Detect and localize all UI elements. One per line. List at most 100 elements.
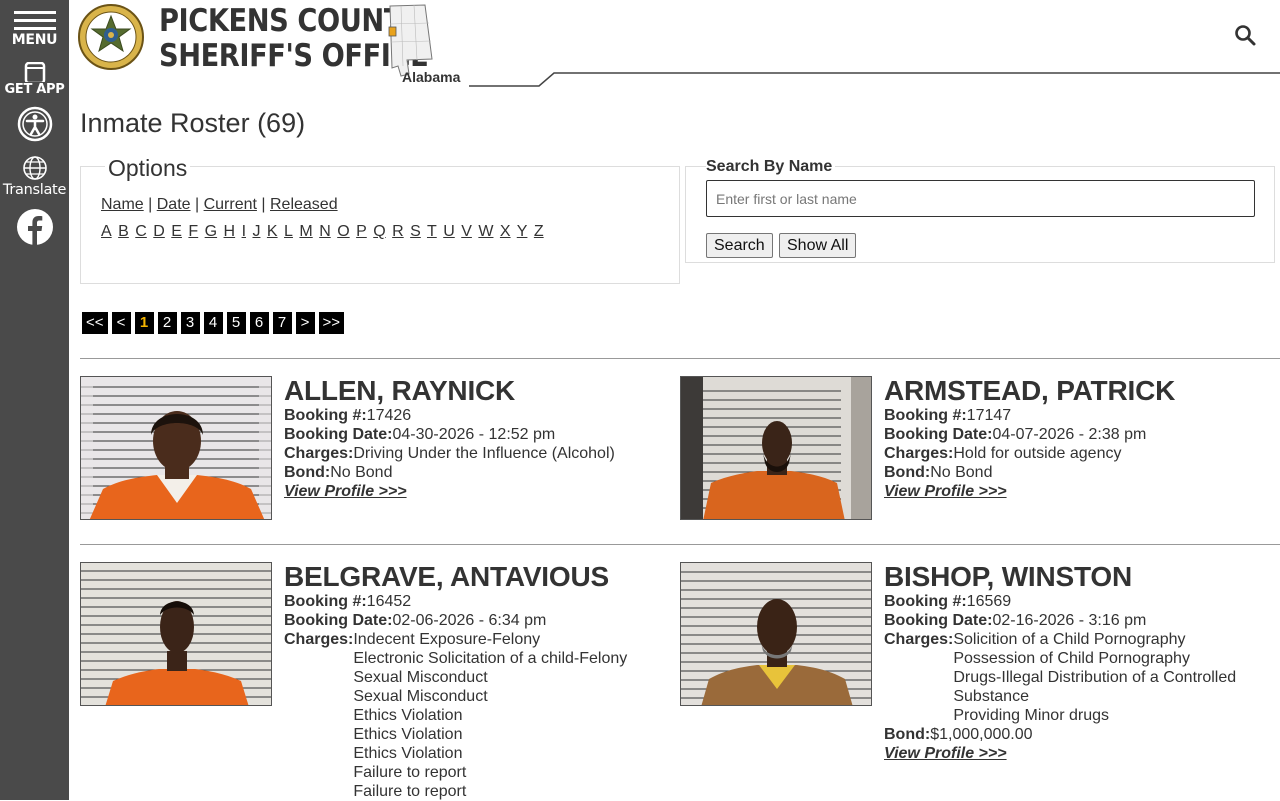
translate-button[interactable]: Translate: [0, 155, 69, 201]
letter-link[interactable]: J: [252, 223, 260, 240]
charges-list: Solicition of a Child Pornography Posses…: [953, 630, 1274, 725]
search-icon[interactable]: [1232, 22, 1260, 50]
booking-date-value: 02-06-2026 - 6:34 pm: [392, 612, 547, 629]
booking-date-value: 02-16-2026 - 3:16 pm: [992, 612, 1147, 629]
letter-link[interactable]: E: [171, 223, 182, 240]
booking-number-row: Booking #: 17426: [284, 406, 674, 425]
letter-link[interactable]: B: [118, 223, 129, 240]
booking-date-value: 04-07-2026 - 2:38 pm: [992, 426, 1147, 443]
letter-link[interactable]: H: [224, 223, 236, 240]
next-page-button[interactable]: >: [295, 312, 315, 334]
letter-link[interactable]: W: [478, 223, 493, 240]
letter-link[interactable]: U: [443, 223, 455, 240]
page-button[interactable]: 4: [203, 312, 223, 334]
inmate-info: BISHOP, WINSTON Booking #: 16569 Booking …: [884, 562, 1274, 763]
page-button-active[interactable]: 1: [134, 312, 154, 334]
filter-released-link[interactable]: Released: [270, 196, 338, 213]
letter-link[interactable]: K: [267, 223, 278, 240]
letter-link[interactable]: X: [500, 223, 511, 240]
letter-link[interactable]: F: [188, 223, 198, 240]
letter-link[interactable]: Z: [534, 223, 544, 240]
letter-link[interactable]: G: [205, 223, 217, 240]
facebook-link[interactable]: [0, 209, 69, 245]
booking-number-row: Booking #: 16452: [284, 592, 674, 611]
letter-link[interactable]: I: [242, 223, 246, 240]
search-button[interactable]: Search: [706, 233, 773, 258]
get-app-button[interactable]: GET APP: [0, 62, 69, 98]
charges-label: Charges:: [884, 631, 954, 648]
mugshot-image[interactable]: [80, 562, 272, 706]
charge-item: Driving Under the Influence (Alcohol): [353, 445, 615, 462]
bond-value: $1,000,000.00: [930, 726, 1033, 743]
name-search-input[interactable]: [706, 180, 1255, 217]
hamburger-icon: [14, 11, 56, 14]
charges-row: Charges: Driving Under the Influence (Al…: [284, 444, 674, 463]
pagination: << < 1 2 3 4 5 6 7 > >>: [82, 312, 345, 334]
letter-link[interactable]: T: [427, 223, 437, 240]
view-profile-link[interactable]: View Profile >>>: [884, 745, 1007, 762]
page-title: Inmate Roster (69): [80, 108, 306, 138]
inmate-name[interactable]: BISHOP, WINSTON: [884, 562, 1274, 592]
bond-value: No Bond: [930, 464, 993, 481]
booking-number-value: 16569: [966, 593, 1012, 610]
page-button[interactable]: 6: [249, 312, 269, 334]
inmate-name[interactable]: ALLEN, RAYNICK: [284, 376, 674, 406]
bond-value: No Bond: [330, 464, 393, 481]
row-divider: [80, 544, 1280, 545]
booking-number-value: 17426: [366, 407, 412, 424]
charges-list: Hold for outside agency: [953, 444, 1121, 463]
mugshot-image[interactable]: [680, 562, 872, 706]
show-all-button[interactable]: Show All: [779, 233, 857, 258]
letter-link[interactable]: M: [299, 223, 312, 240]
letter-link[interactable]: P: [356, 223, 367, 240]
filter-current-link[interactable]: Current: [204, 196, 257, 213]
booking-number-value: 17147: [966, 407, 1012, 424]
inmate-name[interactable]: ARMSTEAD, PATRICK: [884, 376, 1274, 406]
last-page-button[interactable]: >>: [318, 312, 345, 334]
charge-item: Failure to report: [353, 764, 467, 781]
charges-list: Driving Under the Influence (Alcohol): [353, 444, 614, 463]
booking-number-row: Booking #: 16569: [884, 592, 1274, 611]
inmate-name[interactable]: BELGRAVE, ANTAVIOUS: [284, 562, 674, 592]
search-label: Search By Name: [706, 158, 836, 176]
page-button[interactable]: 7: [272, 312, 292, 334]
prev-page-button[interactable]: <: [111, 312, 131, 334]
sort-by-date-link[interactable]: Date: [157, 196, 191, 213]
letter-link[interactable]: S: [410, 223, 421, 240]
letter-link[interactable]: Y: [517, 223, 528, 240]
sort-by-name-link[interactable]: Name: [101, 196, 144, 213]
letter-link[interactable]: C: [135, 223, 147, 240]
charges-label: Charges:: [284, 631, 354, 648]
page-button[interactable]: 3: [180, 312, 200, 334]
charge-item: Electronic Solicitation of a child-Felon…: [353, 650, 628, 667]
letter-link[interactable]: V: [461, 223, 472, 240]
first-page-button[interactable]: <<: [82, 312, 108, 334]
letter-link[interactable]: O: [337, 223, 349, 240]
charges-list: Indecent Exposure-Felony Electronic Soli…: [353, 630, 627, 801]
mugshot-image[interactable]: [680, 376, 872, 520]
inmate-info: BELGRAVE, ANTAVIOUS Booking #: 16452 Book…: [284, 562, 674, 801]
letter-link[interactable]: L: [284, 223, 293, 240]
bond-row: Bond: $1,000,000.00: [884, 725, 1274, 744]
menu-button[interactable]: MENU: [0, 8, 69, 48]
page-button[interactable]: 5: [226, 312, 246, 334]
phone-icon: [0, 62, 69, 82]
bond-row: Bond: No Bond: [284, 463, 674, 482]
letter-link[interactable]: N: [319, 223, 331, 240]
accessibility-button[interactable]: [0, 106, 69, 142]
accessibility-icon: [0, 106, 69, 142]
letter-link[interactable]: A: [101, 223, 112, 240]
letter-link[interactable]: R: [392, 223, 404, 240]
sheriff-badge-logo[interactable]: [75, 4, 147, 70]
view-profile-link[interactable]: View Profile >>>: [284, 483, 407, 500]
booking-date-label: Booking Date:: [284, 612, 393, 629]
charge-item: Ethics Violation: [353, 726, 463, 743]
letter-link[interactable]: D: [153, 223, 165, 240]
mugshot-image[interactable]: [80, 376, 272, 520]
bond-label: Bond:: [884, 464, 931, 481]
booking-date-label: Booking Date:: [884, 612, 993, 629]
row-divider: [80, 358, 1280, 359]
letter-link[interactable]: Q: [373, 223, 385, 240]
view-profile-link[interactable]: View Profile >>>: [884, 483, 1007, 500]
page-button[interactable]: 2: [157, 312, 177, 334]
